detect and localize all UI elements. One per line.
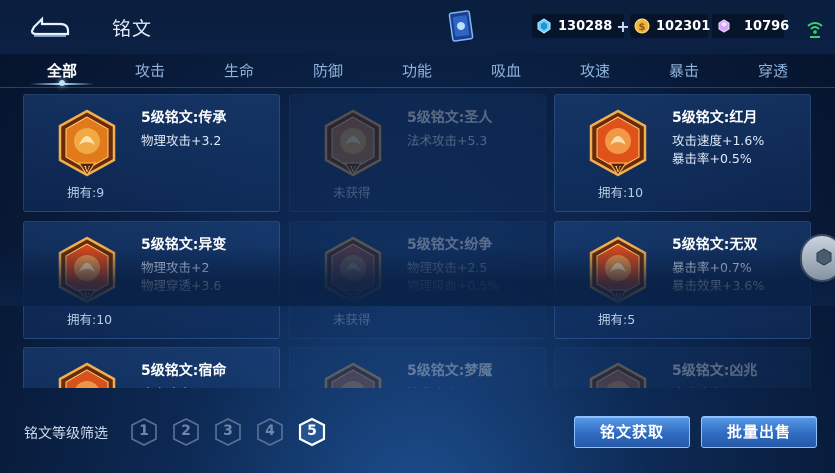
inscription-badge-icon: V bbox=[589, 362, 647, 388]
level-filter-1[interactable]: 1 bbox=[130, 417, 158, 447]
wifi-signal-icon bbox=[807, 22, 823, 38]
tab-crit[interactable]: 暴击 bbox=[654, 60, 714, 81]
inscription-card[interactable]: V 5级铭文:凶兆攻击速度+1% bbox=[554, 347, 811, 388]
back-arrow-icon[interactable] bbox=[26, 14, 72, 40]
tab-defense[interactable]: 防御 bbox=[298, 60, 358, 81]
level-filter-number: 4 bbox=[265, 423, 275, 439]
diamond-amount: 130288 bbox=[558, 18, 613, 34]
badge-level-numeral: V bbox=[614, 165, 621, 174]
level-filter-number: 2 bbox=[181, 423, 191, 439]
hexagon-icon bbox=[816, 248, 832, 266]
inscription-card[interactable]: V 5级铭文:圣人 法术攻击+5.3 未获得 bbox=[289, 94, 546, 212]
inscription-badge-icon: V bbox=[324, 362, 382, 388]
page-title: 铭文 bbox=[112, 18, 153, 40]
level-filter-number: 3 bbox=[223, 423, 233, 439]
owned-count: 拥有:5 bbox=[598, 312, 636, 327]
level-filter-2[interactable]: 2 bbox=[172, 417, 200, 447]
level-filter-label: 铭文等级筛选 bbox=[24, 426, 108, 442]
owned-count: 未获得 bbox=[333, 312, 371, 327]
inscription-card[interactable]: V 5级铭文:传承 物理攻击+3.2 拥有:9 bbox=[23, 94, 280, 212]
inscription-attribute: 物理攻击+3.2 bbox=[141, 133, 222, 148]
owned-count: 拥有:10 bbox=[67, 312, 113, 327]
inscription-card[interactable]: V 5级铭文:红月 攻击速度+1.6% 暴击率+0.5% 拥有:10 bbox=[554, 94, 811, 212]
badge-level-numeral: V bbox=[83, 165, 90, 174]
tab-penetration[interactable]: 穿透 bbox=[743, 60, 803, 81]
inscription-attribute: 攻击速度+1.6% bbox=[672, 133, 765, 148]
inscription-grid: V 5级铭文:传承 物理攻击+3.2 拥有:9 V 5级铭文:圣人 法术攻击+5.3 未获得 V… bbox=[0, 88, 835, 388]
level-filter-3[interactable]: 3 bbox=[214, 417, 242, 447]
level-filter-5[interactable]: 5 bbox=[298, 417, 326, 447]
owned-count: 拥有:9 bbox=[67, 185, 105, 200]
level-filter-4[interactable]: 4 bbox=[256, 417, 284, 447]
side-drawer-handle[interactable] bbox=[800, 234, 835, 282]
obtain-inscription-button[interactable]: 铭文获取 bbox=[574, 416, 690, 448]
category-tabs: 全部 攻击 生命 防御 功能 吸血 攻速 暴击 穿透 bbox=[0, 54, 835, 88]
owned-count: 未获得 bbox=[333, 185, 371, 200]
inscription-attribute: 法术攻击+5.3 bbox=[407, 133, 488, 148]
bulk-sell-button[interactable]: 批量出售 bbox=[701, 416, 817, 448]
active-tab-indicator bbox=[59, 80, 65, 86]
crystal-icon bbox=[718, 19, 730, 33]
inscription-name: 5级铭文:宿命 bbox=[141, 363, 227, 379]
inscription-attribute: 攻击速度+1% bbox=[672, 383, 752, 388]
scroll-fade bbox=[0, 246, 835, 306]
owned-count: 拥有:10 bbox=[598, 185, 644, 200]
gold-amount: 102301 bbox=[656, 18, 711, 34]
inscription-name: 5级铭文:梦魇 bbox=[407, 363, 493, 379]
level-filter-number: 5 bbox=[307, 423, 317, 439]
crystal-currency: 10796 bbox=[712, 14, 789, 38]
crystal-amount: 10796 bbox=[744, 18, 790, 34]
inscription-name: 5级铭文:圣人 bbox=[407, 110, 493, 126]
inscription-attribute: 法术攻击+4.2 bbox=[407, 383, 487, 388]
tab-utility[interactable]: 功能 bbox=[387, 60, 447, 81]
inscription-name: 5级铭文:传承 bbox=[141, 110, 227, 126]
inscription-name: 5级铭文:凶兆 bbox=[672, 363, 758, 379]
card-icon[interactable] bbox=[448, 10, 474, 42]
inscription-badge-icon: V bbox=[58, 109, 116, 177]
top-bar: 铭文 130288 + $ 102301 10796 bbox=[0, 0, 835, 54]
diamond-currency: 130288 + bbox=[532, 14, 630, 38]
tab-lifesteal[interactable]: 吸血 bbox=[476, 60, 536, 81]
diamond-icon bbox=[537, 18, 551, 34]
level-filter-number: 1 bbox=[139, 423, 149, 439]
svg-text:$: $ bbox=[639, 22, 646, 33]
inscription-attribute: 暴击率+0.5% bbox=[672, 151, 752, 166]
tab-health[interactable]: 生命 bbox=[209, 60, 269, 81]
inscription-badge-icon: V bbox=[589, 109, 647, 177]
tab-all[interactable]: 全部 bbox=[32, 60, 92, 81]
inscription-badge-icon: V bbox=[58, 362, 116, 388]
tab-attack[interactable]: 攻击 bbox=[120, 60, 180, 81]
inscription-card[interactable]: V 5级铭文:宿命攻击速度+1% bbox=[23, 347, 280, 388]
bottom-bar: 铭文等级筛选 1 2 3 4 5 铭文获取 批量出售 bbox=[0, 400, 835, 473]
gold-currency: $ 102301 bbox=[630, 14, 711, 38]
inscription-name: 5级铭文:红月 bbox=[672, 110, 758, 126]
tab-attack-speed[interactable]: 攻速 bbox=[565, 60, 625, 81]
inscription-attribute: 攻击速度+1% bbox=[141, 383, 221, 388]
inscription-card[interactable]: V 5级铭文:梦魇法术攻击+4.2 bbox=[289, 347, 546, 388]
add-diamond-icon[interactable]: + bbox=[616, 17, 629, 36]
inscription-badge-icon: V bbox=[324, 109, 382, 177]
badge-level-numeral: V bbox=[349, 165, 356, 174]
gold-coin-icon: $ bbox=[634, 18, 650, 34]
